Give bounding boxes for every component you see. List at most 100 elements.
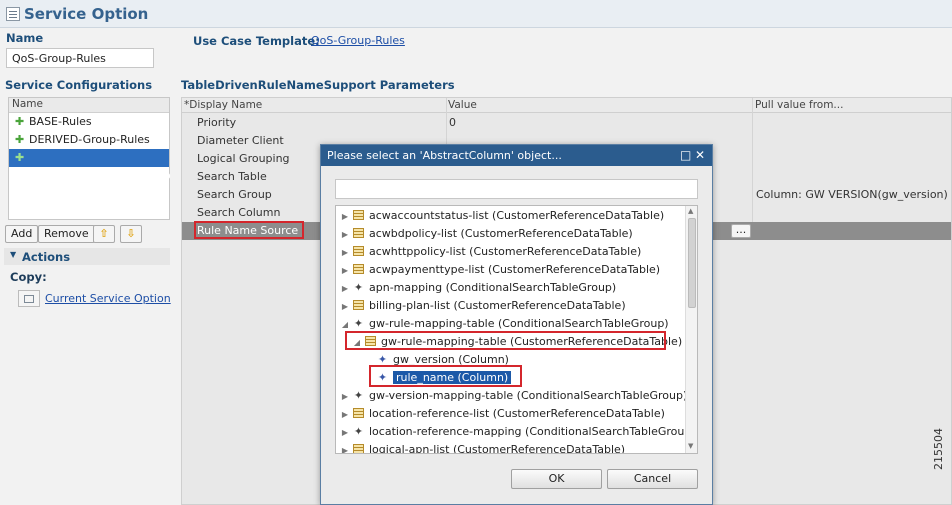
tree-item[interactable]: ▶ acwaccountstatus-list (CustomerReferenc… xyxy=(336,207,664,225)
parameter-name: Diameter Client xyxy=(197,134,284,147)
page-header: Service Option xyxy=(0,0,952,28)
tree-item-label: acwpaymenttype-list (CustomerReferenceDa… xyxy=(369,263,661,276)
use-case-template-link[interactable]: QoS-Group-Rules xyxy=(311,34,405,47)
plus-icon: ✚ xyxy=(15,133,25,146)
parameter-row[interactable]: Priority 0 xyxy=(182,114,951,132)
page-title: Service Option xyxy=(24,5,149,23)
table-icon xyxy=(353,210,364,220)
list-column-header: Name xyxy=(9,98,169,113)
collapsed-arrow-icon[interactable]: ▶ xyxy=(340,298,350,316)
service-option-icon xyxy=(6,7,20,21)
tree-item[interactable]: ▶ location-reference-list (CustomerRefere… xyxy=(336,405,665,423)
name-label: Name xyxy=(6,31,44,45)
service-configuration-item[interactable]: ✚ TableDrivenRuleNameSuppo xyxy=(9,149,171,182)
table-icon xyxy=(353,228,364,238)
table-icon xyxy=(353,300,364,310)
tree-item[interactable]: ▶ ✦ location-reference-mapping (Conditiona… xyxy=(336,423,696,441)
parameter-name: Priority xyxy=(197,116,237,129)
tree-scrollbar[interactable]: ▲ ▼ xyxy=(685,206,697,453)
service-configuration-label: TableDrivenRuleNameSuppo xyxy=(15,169,171,182)
parameter-name: Logical Grouping xyxy=(197,152,290,165)
filter-input[interactable] xyxy=(335,179,698,199)
figure-number: 215504 xyxy=(932,428,945,470)
ellipsis-button[interactable]: ... xyxy=(731,224,751,238)
object-tree: ▶ acwaccountstatus-list (CustomerReferenc… xyxy=(335,205,698,454)
collapsed-arrow-icon[interactable]: ▶ xyxy=(340,208,350,226)
tree-item-label: acwhttppolicy-list (CustomerReferenceDat… xyxy=(369,245,642,258)
service-configuration-item[interactable]: ✚ DERIVED-Group-Rules xyxy=(9,131,169,149)
scroll-down-icon[interactable]: ▼ xyxy=(688,442,693,450)
collapsed-arrow-icon[interactable]: ▶ xyxy=(340,442,350,453)
collapsed-arrow-icon[interactable]: ▶ xyxy=(340,244,350,262)
scroll-thumb[interactable] xyxy=(688,218,696,308)
tree-item-label: gw-version-mapping-table (ConditionalSea… xyxy=(369,389,688,402)
service-configuration-label: BASE-Rules xyxy=(29,115,92,128)
tree-item-label: location-reference-mapping (ConditionalS… xyxy=(369,425,696,438)
table-icon xyxy=(353,264,364,274)
tree-item[interactable]: ▶ ✦ gw-version-mapping-table (ConditionalS… xyxy=(336,387,687,405)
copy-service-option-icon[interactable] xyxy=(18,290,40,307)
collapsed-arrow-icon[interactable]: ▶ xyxy=(340,280,350,298)
tree-item[interactable]: ▶ billing-plan-list (CustomerReferenceDat… xyxy=(336,297,626,315)
parameter-name: Search Table xyxy=(197,170,267,183)
dialog-title: Please select an 'AbstractColumn' object… xyxy=(321,145,712,166)
tree-item-label: billing-plan-list (CustomerReferenceData… xyxy=(369,299,626,312)
tree-item-label: gw-rule-mapping-table (ConditionalSearch… xyxy=(369,317,669,330)
name-field[interactable]: QoS-Group-Rules xyxy=(6,48,154,68)
tree-item-label: apn-mapping (ConditionalSearchTableGroup… xyxy=(369,281,617,294)
close-icon[interactable]: ✕ xyxy=(695,145,705,166)
scroll-up-icon[interactable]: ▲ xyxy=(688,207,693,215)
collapse-triangle-icon: ▼ xyxy=(10,250,17,259)
group-icon: ✦ xyxy=(353,389,364,402)
service-configuration-label: DERIVED-Group-Rules xyxy=(29,133,150,146)
rule-name-source-highlight xyxy=(194,221,304,239)
plus-icon: ✚ xyxy=(15,115,25,128)
remove-button[interactable]: Remove xyxy=(38,225,95,243)
collapsed-arrow-icon[interactable]: ▶ xyxy=(340,262,350,280)
group-icon: ✦ xyxy=(353,425,364,438)
actions-label: Actions xyxy=(22,250,71,264)
collapsed-arrow-icon[interactable]: ▶ xyxy=(340,388,350,406)
table-icon xyxy=(353,408,364,418)
tree-item[interactable]: ▶ logical-apn-list (CustomerReferenceData… xyxy=(336,441,626,454)
tree-item-label: logical-apn-list (CustomerReferenceDataT… xyxy=(369,443,626,454)
arrow-down-icon: ⇩ xyxy=(126,227,136,240)
value-column-header: Value xyxy=(448,99,477,111)
ok-button[interactable]: OK xyxy=(511,469,602,489)
pull-value-column-header: Pull value from... xyxy=(755,99,844,111)
parameter-name: Search Group xyxy=(197,188,272,201)
collapsed-arrow-icon[interactable]: ▶ xyxy=(340,424,350,442)
tree-item[interactable]: ▶ acwpaymenttype-list (CustomerReferenceD… xyxy=(336,261,660,279)
tree-item[interactable]: ▶ acwbdpolicy-list (CustomerReferenceData… xyxy=(336,225,633,243)
collapsed-arrow-icon[interactable]: ▶ xyxy=(340,406,350,424)
service-configuration-item[interactable]: ✚ BASE-Rules xyxy=(9,113,169,131)
move-down-button[interactable]: ⇩ xyxy=(120,225,142,243)
rule-name-highlight xyxy=(369,365,522,387)
group-icon: ✦ xyxy=(353,281,364,294)
collapsed-arrow-icon[interactable]: ▶ xyxy=(340,226,350,244)
tree-item-label: location-reference-list (CustomerReferen… xyxy=(369,407,665,420)
tree-item[interactable]: ▶ ✦ apn-mapping (ConditionalSearchTableGro… xyxy=(336,279,616,297)
tree-item-label: acwaccountstatus-list (CustomerReference… xyxy=(369,209,665,222)
parameter-name: Search Column xyxy=(197,206,281,219)
cancel-button[interactable]: Cancel xyxy=(607,469,698,489)
move-up-button[interactable]: ⇧ xyxy=(93,225,115,243)
parameters-title: TableDrivenRuleNameSupport Parameters xyxy=(181,78,455,92)
maximize-icon[interactable]: □ xyxy=(680,145,691,166)
service-configurations-list: Name ✚ BASE-Rules ✚ DERIVED-Group-Rules ✚ Tab… xyxy=(8,97,171,220)
parameter-pull-value: Column: GW VERSION(gw_version) xyxy=(756,188,948,201)
parameters-header-row: *Display Name Value Pull value from... xyxy=(182,98,951,113)
arrow-up-icon: ⇧ xyxy=(99,227,109,240)
use-case-template-label: Use Case Template: xyxy=(193,34,320,48)
copy-label: Copy: xyxy=(10,270,47,284)
table-highlight xyxy=(345,331,666,350)
tree-item[interactable]: ▶ acwhttppolicy-list (CustomerReferenceDa… xyxy=(336,243,641,261)
actions-header[interactable]: ▼ Actions xyxy=(4,248,170,265)
select-column-dialog: Please select an 'AbstractColumn' object… xyxy=(320,144,713,505)
parameter-value[interactable]: 0 xyxy=(449,114,456,132)
add-button[interactable]: Add xyxy=(5,225,39,243)
current-service-option-link[interactable]: Current Service Option xyxy=(45,292,171,305)
display-name-column-header: *Display Name xyxy=(184,99,263,111)
tree-item-label: acwbdpolicy-list (CustomerReferenceDataT… xyxy=(369,227,633,240)
plus-icon: ✚ xyxy=(15,151,25,164)
